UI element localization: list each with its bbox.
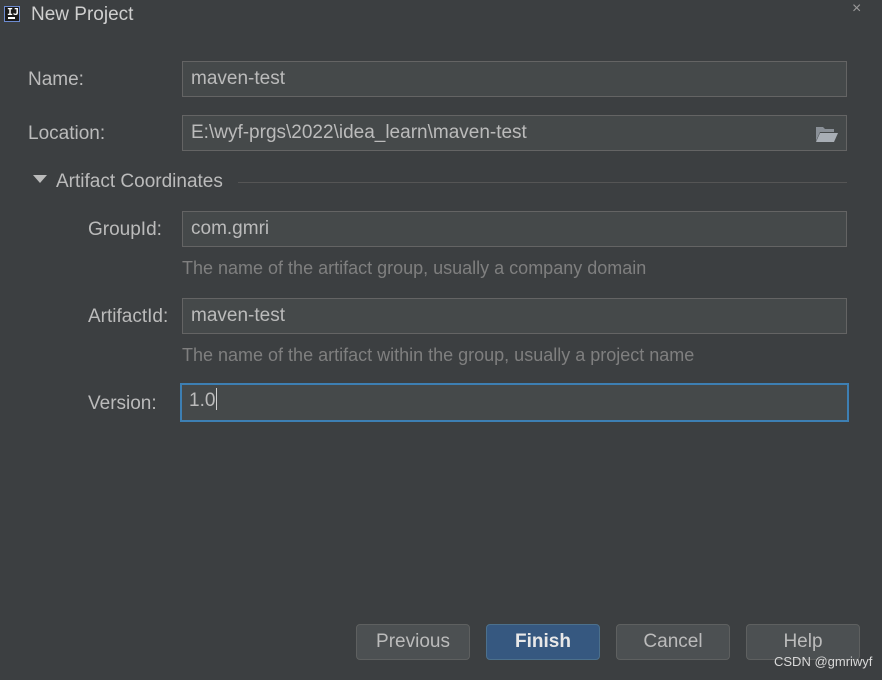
location-field[interactable]: E:\wyf-prgs\2022\idea_learn\maven-test	[182, 115, 847, 151]
groupid-label: GroupId:	[88, 219, 162, 240]
artifactid-hint: The name of the artifact within the grou…	[182, 345, 695, 365]
title-bar: IJ New Project ×	[0, 0, 882, 30]
artifactid-label: ArtifactId:	[88, 306, 169, 327]
finish-button[interactable]: Finish	[486, 624, 600, 660]
version-value: 1.0	[189, 390, 216, 411]
previous-button[interactable]: Previous	[356, 624, 470, 660]
intellij-app-icon: IJ	[4, 6, 20, 22]
version-label: Version:	[88, 393, 157, 414]
groupid-field[interactable]: com.gmri	[182, 211, 847, 247]
folder-open-icon[interactable]	[815, 125, 839, 143]
name-field[interactable]: maven-test	[182, 61, 847, 97]
artifactid-field[interactable]: maven-test	[182, 298, 847, 334]
collapse-triangle-icon[interactable]	[33, 175, 47, 183]
version-field[interactable]: 1.0	[180, 383, 849, 422]
cancel-button[interactable]: Cancel	[616, 624, 730, 660]
groupid-hint: The name of the artifact group, usually …	[182, 258, 647, 278]
location-label: Location:	[28, 123, 106, 144]
text-caret	[216, 388, 218, 411]
name-label: Name:	[28, 69, 84, 90]
new-project-dialog: IJ New Project × Name: maven-test Locati…	[0, 0, 882, 680]
close-icon[interactable]: ×	[852, 0, 861, 18]
section-divider	[238, 182, 847, 183]
artifact-coordinates-title[interactable]: Artifact Coordinates	[56, 171, 223, 193]
window-title: New Project	[31, 4, 134, 25]
watermark: CSDN @gmriwyf	[774, 654, 873, 669]
